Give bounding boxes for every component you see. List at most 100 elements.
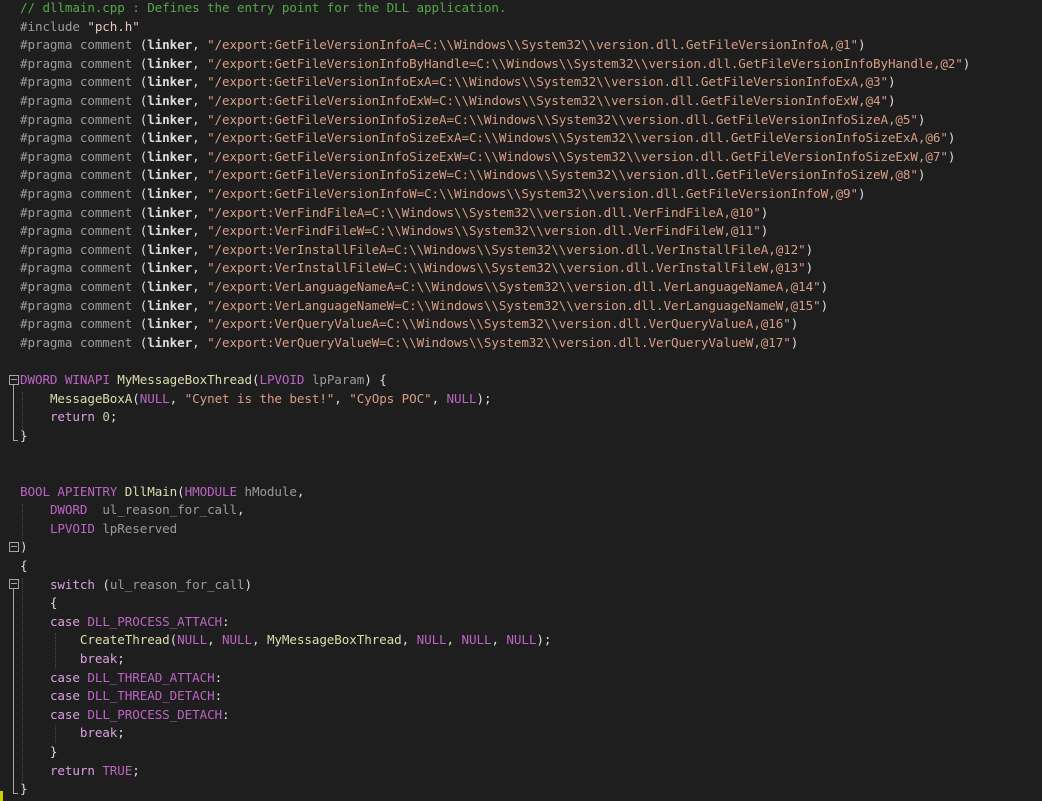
code-token: linker [147,74,193,90]
code-line[interactable]: #pragma comment (linker, "/export:GetFil… [20,166,925,185]
code-token: return [49,762,95,778]
code-token: DWORD [49,502,88,518]
code-line[interactable]: DWORD WINAPI MyMessageBoxThread(LPVOID l… [20,371,387,390]
code-token: ul_reason_for_call [102,502,238,518]
code-line[interactable]: BOOL APIENTRY DllMain(HMODULE hModule, [20,483,304,502]
code-token: #pragma comment [20,130,140,146]
code-token: linker [147,148,193,164]
code-line[interactable]: LPVOID lpReserved [20,520,177,539]
fold-toggle-icon[interactable] [9,375,19,385]
code-token: "pch.h" [87,18,140,34]
code-line[interactable]: #pragma comment (linker, "/export:VerFin… [20,222,768,241]
code-line[interactable]: switch (ul_reason_for_call) [20,576,252,595]
code-token: "/export:VerQueryValueA=C:\\Windows\\Sys… [207,316,791,332]
code-line[interactable]: } [20,743,58,762]
code-line[interactable]: DWORD ul_reason_for_call, [20,501,245,520]
fold-toggle-icon[interactable] [9,542,19,552]
code-line[interactable]: case DLL_PROCESS_ATTACH: [20,613,230,632]
code-line[interactable]: case DLL_PROCESS_DETACH: [20,706,230,725]
code-line[interactable]: MessageBoxA(NULL, "Cynet is the best!", … [20,390,492,409]
code-token: APIENTRY [57,483,118,499]
code-token: : [222,613,230,629]
code-token: TRUE [102,762,133,778]
code-token: "/export:GetFileVersionInfoExA=C:\\Windo… [207,74,888,90]
code-token: : [214,669,223,685]
code-line[interactable]: // dllmain.cpp : Defines the entry point… [20,0,506,18]
code-line[interactable]: #pragma comment (linker, "/export:GetFil… [20,73,896,92]
code-token: , [334,390,350,406]
code-token: , [169,390,185,406]
code-token: "Cynet is the best!" [184,390,335,406]
code-token: #pragma comment [20,93,140,108]
code-line[interactable]: return TRUE; [20,762,140,781]
code-line[interactable]: { [20,557,28,576]
code-line[interactable]: #pragma comment (linker, "/export:GetFil… [20,185,866,204]
code-line[interactable]: #pragma comment (linker, "/export:GetFil… [20,92,896,111]
code-token: linker [147,37,193,53]
code-token: "CyOps POC" [349,390,432,406]
code-token: , [296,483,305,499]
code-token: linker [147,334,193,350]
code-line[interactable]: #pragma comment (linker, "/export:GetFil… [20,148,955,167]
code-token: linker [147,167,193,183]
fold-toggle-icon[interactable] [9,579,19,589]
code-token: ) [760,223,769,239]
code-line[interactable]: case DLL_THREAD_ATTACH: [20,669,222,688]
code-token: ) [917,111,926,127]
code-token: linker [147,260,193,276]
code-line[interactable]: #pragma comment (linker, "/export:GetFil… [20,36,866,55]
code-token: NULL [446,390,477,406]
code-token: NULL [222,632,252,648]
code-line[interactable]: #pragma comment (linker, "/export:VerLan… [20,278,828,297]
code-token: case [49,688,80,704]
code-line[interactable]: #pragma comment (linker, "/export:GetFil… [20,111,925,130]
code-token: "/export:VerInstallFileW=C:\\Windows\\Sy… [207,260,806,276]
fold-end-marker [13,793,18,794]
code-token: ) [858,186,866,201]
code-line[interactable]: #pragma comment (linker, "/export:VerLan… [20,297,828,316]
code-token: #pragma comment [20,37,140,53]
code-token: } [20,744,58,759]
code-token: : [214,688,223,704]
code-token: DWORD [20,372,58,387]
code-line[interactable]: #pragma comment (linker, "/export:VerIns… [20,259,813,278]
code-token: #pragma comment [20,148,140,164]
code-token: break [79,725,118,741]
code-line[interactable]: #pragma comment (linker, "/export:GetFil… [20,129,955,148]
code-token: #pragma comment [20,111,140,127]
code-token: ) [805,241,814,257]
code-token: #pragma comment [20,223,140,239]
code-line[interactable]: #pragma comment (linker, "/export:VerQue… [20,334,798,353]
code-token: linker [147,316,193,332]
code-token: ; [117,651,125,666]
code-token: NULL [506,632,537,648]
indent-guide [22,504,23,542]
code-token: // dllmain.cpp : Defines the entry point… [20,0,507,15]
code-line[interactable]: break; [20,650,125,669]
code-line[interactable]: break; [20,724,125,743]
code-line[interactable]: #pragma comment (linker, "/export:VerFin… [20,204,768,223]
code-token: , [192,297,208,313]
code-token: #pragma comment [20,260,140,276]
code-token: ) [790,334,799,350]
code-line[interactable]: CreateThread(NULL, NULL, MyMessageBoxThr… [20,631,552,650]
code-line[interactable]: #pragma comment (linker, "/export:GetFil… [20,55,970,74]
code-token: "/export:VerLanguageNameW=C:\\Windows\\S… [207,297,821,313]
code-token: BOOL [20,483,50,499]
code-editor[interactable]: // dllmain.cpp : Defines the entry point… [0,0,1042,801]
code-line[interactable]: return 0; [20,408,117,427]
code-token: ) [887,74,896,90]
code-line[interactable]: #include "pch.h" [20,18,140,37]
code-token: , [192,111,208,127]
code-line[interactable]: { [20,594,58,613]
code-line[interactable]: #pragma comment (linker, "/export:VerIns… [20,241,813,260]
code-token: CreateThread [79,632,170,648]
code-line[interactable]: #pragma comment (linker, "/export:VerQue… [20,315,798,334]
code-line[interactable]: case DLL_THREAD_DETACH: [20,687,222,706]
